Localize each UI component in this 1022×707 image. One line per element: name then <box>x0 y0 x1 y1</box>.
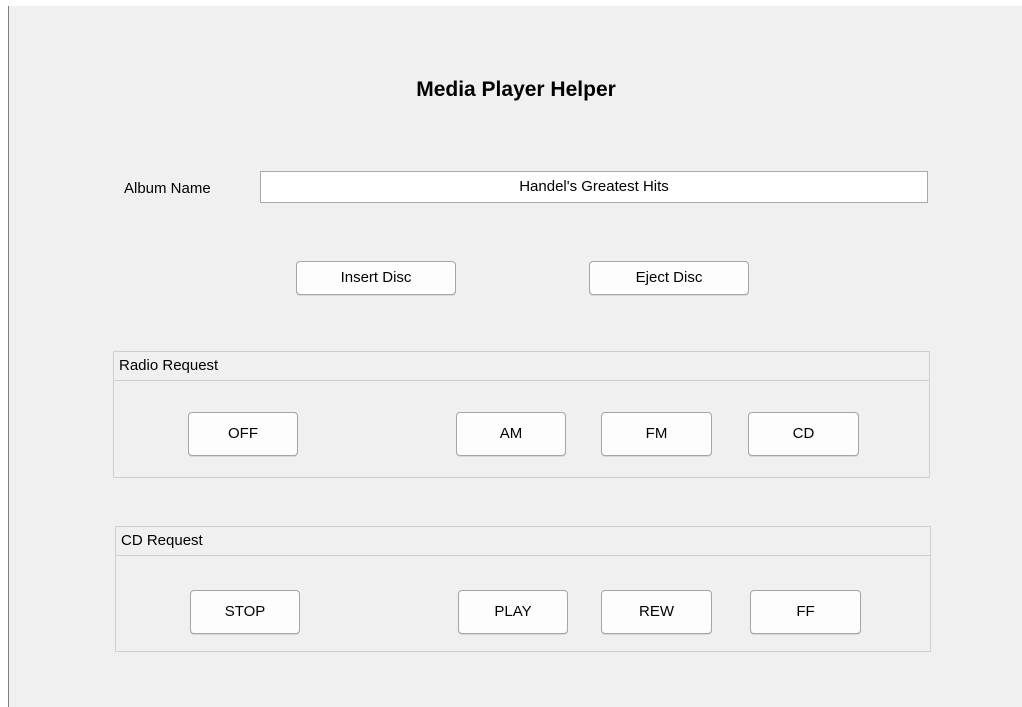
radio-fm-button[interactable]: FM <box>601 412 712 456</box>
cd-stop-button[interactable]: STOP <box>190 590 300 634</box>
cd-rew-button[interactable]: REW <box>601 590 712 634</box>
cd-play-button[interactable]: PLAY <box>458 590 568 634</box>
radio-cd-button[interactable]: CD <box>748 412 859 456</box>
insert-disc-button[interactable]: Insert Disc <box>296 261 456 295</box>
radio-request-title: Radio Request <box>114 352 929 381</box>
cd-ff-button[interactable]: FF <box>750 590 861 634</box>
radio-off-button[interactable]: OFF <box>188 412 298 456</box>
page-title: Media Player Helper <box>416 78 616 101</box>
eject-disc-button[interactable]: Eject Disc <box>589 261 749 295</box>
cd-request-panel: CD Request STOP PLAY REW FF <box>115 526 931 652</box>
radio-am-button[interactable]: AM <box>456 412 566 456</box>
album-name-field[interactable]: Handel's Greatest Hits <box>260 171 928 203</box>
album-name-label: Album Name <box>124 180 211 197</box>
radio-request-panel: Radio Request OFF AM FM CD <box>113 351 930 478</box>
cd-request-title: CD Request <box>116 527 930 556</box>
app-window: Media Player Helper Album Name Handel's … <box>8 6 1022 707</box>
